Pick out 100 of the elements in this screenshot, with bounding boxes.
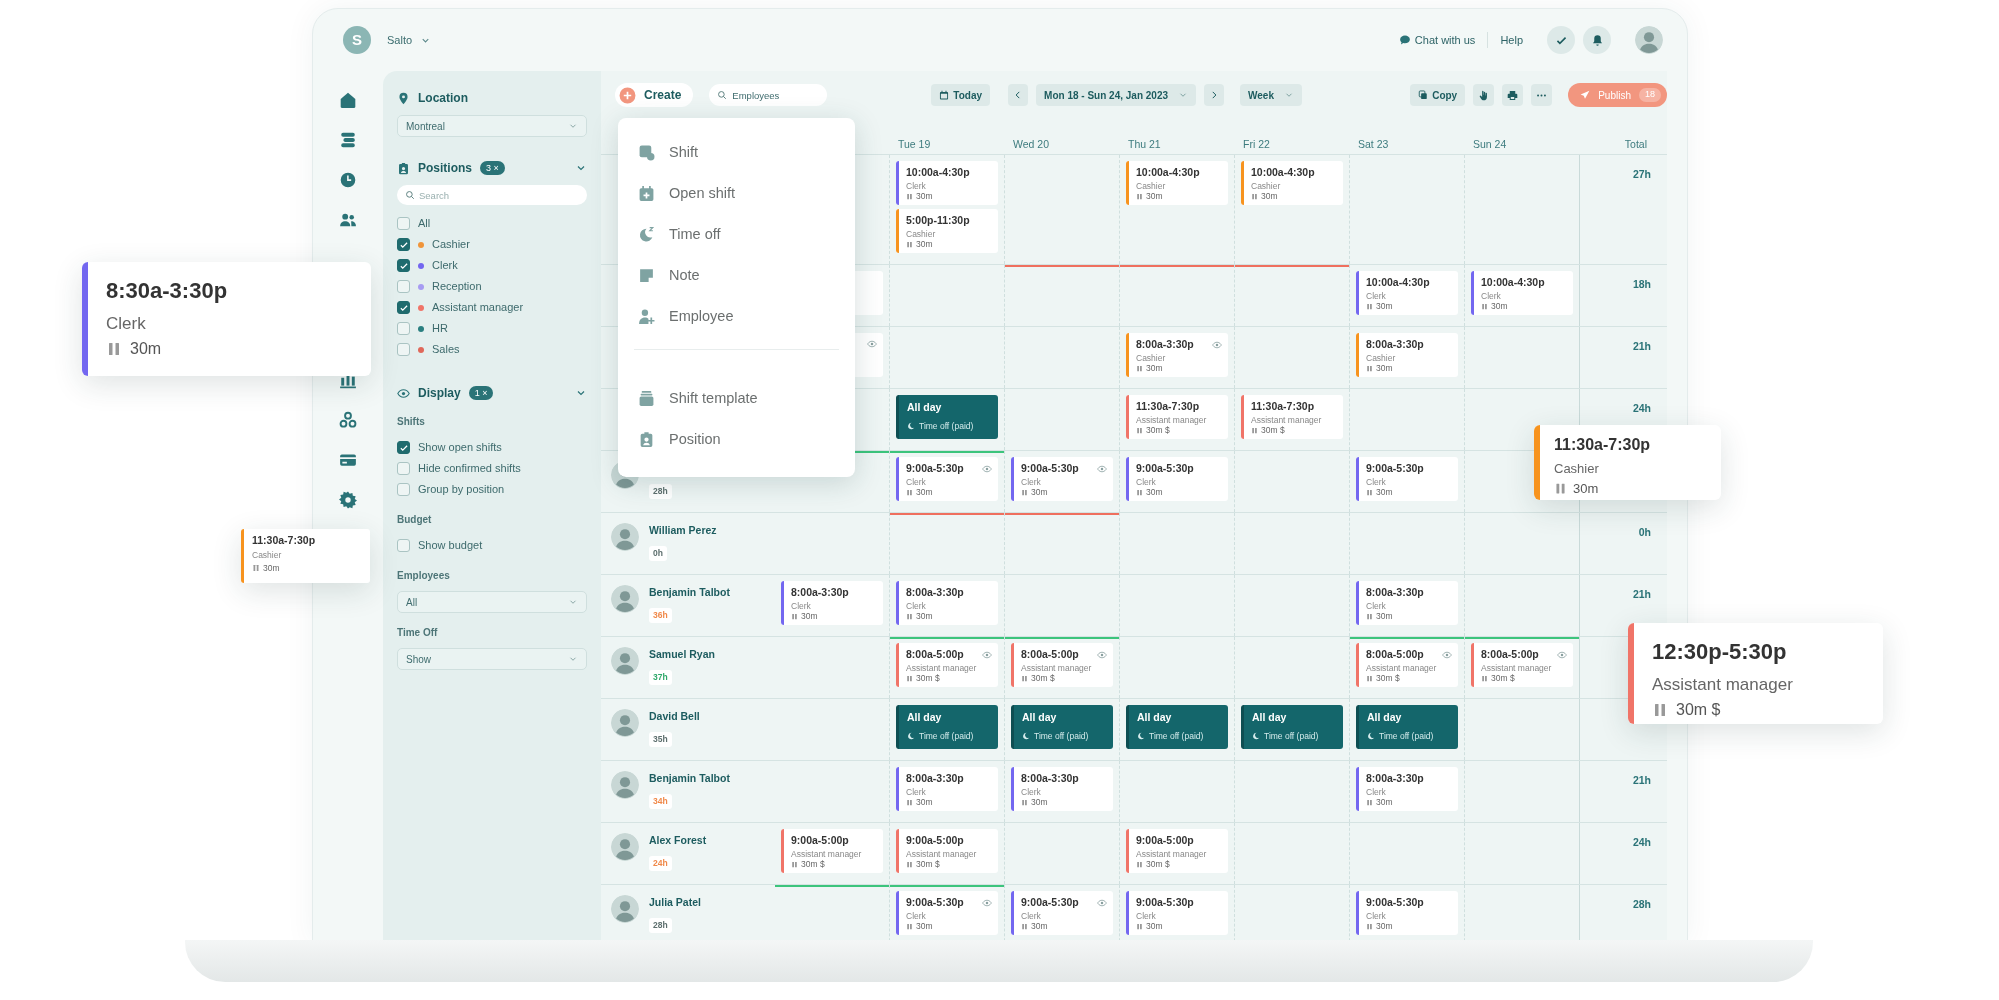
workspace-name[interactable]: Salto <box>387 31 413 49</box>
break-duration: 30m <box>916 796 933 808</box>
checkbox[interactable] <box>397 343 410 356</box>
checkbox[interactable] <box>397 539 410 552</box>
employee-name[interactable]: Julia Patel <box>649 895 701 911</box>
shift-card[interactable]: 8:00a-3:30p Cashier 30m <box>1126 333 1228 377</box>
menu-item[interactable]: Note <box>634 255 839 296</box>
checkbox[interactable] <box>397 462 410 475</box>
avatar <box>611 771 639 799</box>
time-off-card[interactable]: All day Time off (paid) <box>896 705 998 749</box>
employee-name[interactable]: Benjamin Talbot <box>649 771 730 787</box>
shift-card[interactable]: 9:00a-5:30p Clerk 30m <box>1126 891 1228 935</box>
next-button[interactable] <box>1204 84 1224 106</box>
shift-card[interactable]: 11:30a-7:30p Assistant manager 30m $ <box>1241 395 1343 439</box>
checkbox[interactable] <box>397 322 410 335</box>
card-icon <box>339 451 357 469</box>
view-select[interactable]: Week <box>1240 84 1302 106</box>
shift-card[interactable]: 10:00a-4:30p Clerk 30m <box>896 161 998 205</box>
employee-name[interactable]: David Bell <box>649 709 700 725</box>
clear-filter-button[interactable]: 3 × <box>480 161 505 175</box>
menu-item[interactable]: Shift <box>634 132 839 173</box>
printer-icon <box>1507 89 1519 101</box>
previous-button[interactable] <box>1008 84 1029 106</box>
time-off-select[interactable]: Show <box>397 648 587 670</box>
shift-card[interactable]: 8:00a-3:30p Clerk 30m <box>1356 581 1458 625</box>
menu-item[interactable]: Open shift <box>634 173 839 214</box>
checkbox[interactable] <box>397 483 410 496</box>
checkbox[interactable] <box>397 238 410 251</box>
shift-card[interactable]: 10:00a-4:30p Clerk 30m <box>1471 271 1573 315</box>
shift-card[interactable]: 9:00a-5:30p Clerk 30m <box>896 457 998 501</box>
checkbox[interactable] <box>397 217 410 230</box>
shift-card[interactable]: 8:00a-5:00p Assistant manager 30m $ <box>896 643 998 687</box>
shift-card[interactable]: 8:00a-5:00p Assistant manager 30m $ <box>1011 643 1113 687</box>
shift-card[interactable]: 10:00a-4:30p Cashier 30m <box>1126 161 1228 205</box>
badge-icon <box>638 431 655 448</box>
total-hours: 27h <box>1632 168 1651 180</box>
search-field[interactable]: Search <box>397 185 587 205</box>
clear-filter-button[interactable]: 1 × <box>468 386 494 400</box>
time-off-card[interactable]: All day Time off (paid) <box>896 395 998 439</box>
check-button[interactable] <box>1547 26 1575 54</box>
avatar <box>611 585 639 613</box>
checkbox[interactable] <box>397 441 410 454</box>
shift-card[interactable]: 9:00a-5:30p Clerk 30m <box>1126 457 1228 501</box>
time-off-card[interactable]: All day Time off (paid) <box>1356 705 1458 749</box>
shift-card[interactable]: 9:00a-5:30p Clerk 30m <box>1011 457 1113 501</box>
employee-name[interactable]: Alex Forest <box>649 833 707 849</box>
checkbox[interactable] <box>397 259 410 272</box>
shift-card[interactable]: 8:00a-3:30p Clerk 30m <box>781 581 883 625</box>
checkbox[interactable] <box>397 301 410 314</box>
shift-card[interactable]: 8:00a-3:30p Clerk 30m <box>896 581 998 625</box>
menu-item[interactable]: Shift template <box>634 378 839 419</box>
header-link[interactable]: Chat with us <box>1414 31 1476 49</box>
shift-card[interactable]: 8:00a-3:30p Clerk 30m <box>1011 767 1113 811</box>
circles-icon <box>339 411 357 429</box>
time-off-card[interactable]: All day Time off (paid) <box>1011 705 1113 749</box>
location-select[interactable]: Montreal <box>397 115 587 137</box>
shift-card[interactable]: 10:00a-4:30p Cashier 30m <box>1241 161 1343 205</box>
group-title: Shifts <box>397 415 426 429</box>
menu-item[interactable]: Time off <box>634 214 839 255</box>
notifications-button[interactable] <box>1583 26 1611 54</box>
header-link[interactable]: Help <box>1500 31 1523 49</box>
shift-card[interactable]: 8:00a-3:30p Clerk 30m <box>896 767 998 811</box>
shift-card[interactable]: 10:00a-4:30p Clerk 30m <box>1356 271 1458 315</box>
plus-icon <box>619 86 636 104</box>
employee-name[interactable]: Samuel Ryan <box>649 647 715 663</box>
employees-select[interactable]: All <box>397 591 587 613</box>
section-title: Location <box>418 90 468 107</box>
today-button[interactable]: Today <box>931 84 991 106</box>
shift-card[interactable]: 11:30a-7:30p Assistant manager 30m $ <box>1126 395 1228 439</box>
settings-icon <box>339 491 357 509</box>
employee-name[interactable]: William Perez <box>649 523 717 539</box>
shift-card[interactable]: 8:00a-5:00p Assistant manager 30m $ <box>1471 643 1573 687</box>
time-off-card[interactable]: All day Time off (paid) <box>1241 705 1343 749</box>
shift-card[interactable]: 8:00a-3:30p Clerk 30m <box>1356 767 1458 811</box>
shift-card[interactable]: 9:00a-5:30p Clerk 30m <box>1356 457 1458 501</box>
shift-card[interactable]: 9:00a-5:00p Assistant manager 30m $ <box>1126 829 1228 873</box>
print-button[interactable] <box>1502 84 1524 106</box>
employee-search-field[interactable]: Employees <box>709 84 828 106</box>
more-button[interactable] <box>1531 84 1553 106</box>
hours-label: 28h <box>649 483 672 499</box>
shift-card[interactable]: 9:00a-5:30p Clerk 30m <box>1356 891 1458 935</box>
employee-name[interactable]: Benjamin Talbot <box>649 585 730 601</box>
create-button[interactable]: Create <box>615 83 694 107</box>
menu-item[interactable]: Employee <box>634 296 839 337</box>
shift-card[interactable]: 9:00a-5:30p Clerk 30m <box>896 891 998 935</box>
shift-card[interactable]: 9:00a-5:30p Clerk 30m <box>1011 891 1113 935</box>
shift-position: Clerk <box>1021 476 1042 487</box>
shift-card[interactable]: 9:00a-5:00p Assistant manager 30m $ <box>781 829 883 873</box>
checkbox[interactable] <box>397 280 410 293</box>
copy-button[interactable]: Copy <box>1410 84 1466 106</box>
hand-button[interactable] <box>1473 84 1495 106</box>
time-off-card[interactable]: All day Time off (paid) <box>1126 705 1228 749</box>
date-range-select[interactable]: Mon 18 - Sun 24, Jan 2023 <box>1036 84 1196 106</box>
shift-time: 8:00a-3:30p <box>1366 337 1424 352</box>
shift-card[interactable]: 5:00p-11:30p Cashier 30m <box>896 209 998 253</box>
menu-item[interactable]: Position <box>634 419 839 460</box>
shift-card[interactable]: 8:00a-5:00p Assistant manager 30m $ <box>1356 643 1458 687</box>
search-icon <box>717 90 728 100</box>
shift-card[interactable]: 9:00a-5:00p Assistant manager 30m $ <box>896 829 998 873</box>
shift-card[interactable]: 8:00a-3:30p Cashier 30m <box>1356 333 1458 377</box>
